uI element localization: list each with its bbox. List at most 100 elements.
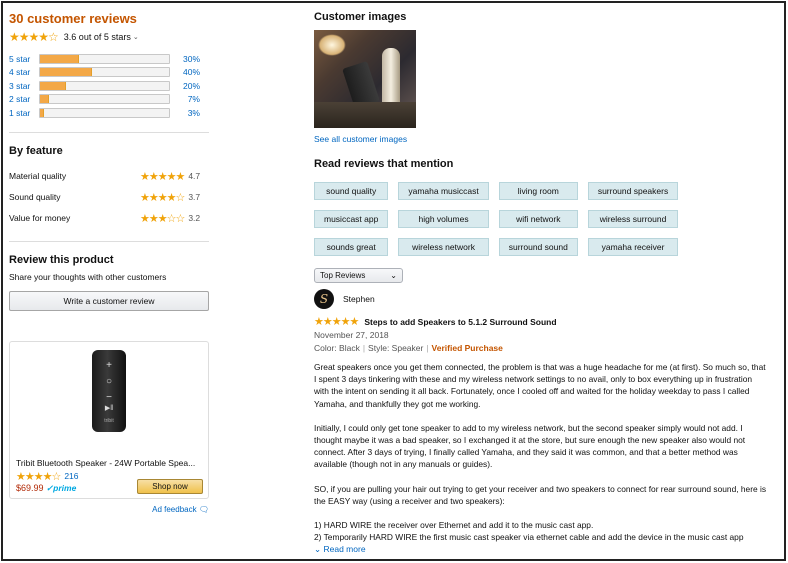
avatar[interactable]: S [314,289,334,309]
feature-name: Sound quality [9,192,61,202]
mention-chip[interactable]: surround speakers [587,182,679,200]
review-color: Color: Black [314,343,360,353]
histogram-bar[interactable] [39,94,170,105]
histogram-row[interactable]: 1 star 3% [9,106,211,120]
feature-value: 3.7 [188,192,201,202]
histogram-star-label[interactable]: 3 star [9,81,39,91]
average-rating-text[interactable]: 3.6 out of 5 stars [64,32,131,42]
minus-icon: − [106,391,112,403]
histogram-percent[interactable]: 20% [176,81,200,91]
shop-now-button[interactable]: Shop now [137,478,203,494]
histogram-star-label[interactable]: 1 star [9,108,39,118]
verified-purchase-badge: Verified Purchase [431,343,503,353]
plus-icon: + [106,359,112,371]
reviewer-profile[interactable]: S Stephen [314,289,776,309]
review-paragraph: 1) HARD WIRE the receiver over Ethernet … [314,520,594,531]
sort-selected-value: Top Reviews [320,271,366,280]
read-more-link[interactable]: ⌄ Read more [314,544,776,555]
review-stars-icon: ★★★★★ [314,316,359,328]
feature-name: Material quality [9,171,67,181]
histogram-star-label[interactable]: 2 star [9,94,39,104]
review-product-subtitle: Share your thoughts with other customers [9,271,167,282]
mention-chip[interactable]: high volumes [398,210,489,228]
feature-row: Material quality ★★★★★ 4.7 [9,166,211,187]
histogram-bar[interactable] [39,80,170,91]
feature-value: 4.7 [188,171,201,181]
product-title-link[interactable]: Tribit Bluetooth Speaker - 24W Portable … [16,458,202,468]
review-title-link[interactable]: Steps to add Speakers to 5.1.2 Surround … [364,317,556,327]
histogram-star-label[interactable]: 4 star [9,67,39,77]
table-shape [314,102,416,128]
histogram-row[interactable]: 4 star 40% [9,66,211,80]
sponsored-product-card[interactable]: + ○ − ▶‖ tribit Tribit Bluetooth Speaker… [9,340,209,499]
review-meta: Color: Black | Style: Speaker | Verified Pur… [314,343,776,353]
left-column: 30 customer reviews ★★★★☆ 3.6 out of 5 s… [9,11,211,514]
mention-chips: sound quality yamaha musiccast living room… [314,182,679,256]
review-header: ★★★★★ Steps to add Speakers to 5.1.2 Sur… [314,315,776,328]
product-rating[interactable]: ★★★★☆ 216 [16,470,79,483]
histogram-row[interactable]: 3 star 20% [9,79,211,93]
mention-chip[interactable]: sounds great [314,238,389,256]
histogram-bar[interactable] [39,107,170,118]
divider [9,131,209,133]
histogram-row[interactable]: 5 star 30% [9,52,211,66]
histogram-bar[interactable] [39,53,170,64]
read-more-label[interactable]: Read more [324,544,366,554]
histogram-bar-fill [40,68,92,77]
mention-chip[interactable]: musiccast app [314,210,389,228]
prime-badge: ✓prime [46,482,77,493]
histogram-bar-fill [40,54,79,63]
mention-chip[interactable]: surround sound [498,238,578,256]
histogram-bar-fill [40,95,50,104]
review-paragraph: Initially, I could only get tone speaker… [314,422,746,470]
feature-stars-icon: ★★★☆☆ [140,212,185,225]
feature-stars-icon: ★★★★★ [140,170,185,183]
histogram-star-label[interactable]: 5 star [9,54,39,64]
mentions-title: Read reviews that mention [314,158,454,170]
feature-name: Value for money [9,213,71,223]
mention-chip[interactable]: yamaha musiccast [398,182,489,200]
price-value: $69.99 [16,482,44,493]
histogram-percent[interactable]: 7% [176,94,200,104]
histogram-percent[interactable]: 40% [176,67,200,77]
average-stars-icon: ★★★★☆ [9,30,59,44]
customer-image-thumbnail[interactable] [314,30,416,128]
histogram-bar-fill [40,108,44,117]
histogram-bar[interactable] [39,67,170,78]
product-review-count[interactable]: 216 [64,471,78,481]
product-image[interactable]: + ○ − ▶‖ tribit [92,349,126,432]
page-frame: 30 customer reviews ★★★★☆ 3.6 out of 5 s… [1,1,786,561]
sort-select[interactable]: Top Reviews ⌄ [314,268,403,283]
mention-chip[interactable]: sound quality [314,182,389,200]
divider [9,240,209,242]
play-pause-icon: ▶‖ [104,404,114,412]
see-all-images-link[interactable]: See all customer images [314,134,776,144]
average-rating[interactable]: ★★★★☆ 3.6 out of 5 stars ⌄ [9,30,211,44]
mention-chip[interactable]: wireless network [398,238,489,256]
mention-chip[interactable]: wireless surround [587,210,679,228]
review-paragraph: SO, if you are pulling your hair out try… [314,483,767,506]
histogram-percent[interactable]: 3% [176,108,200,118]
review-date: November 27, 2018 [314,330,389,340]
by-feature-title: By feature [9,144,63,157]
feature-value: 3.2 [188,213,201,223]
reviewer-name[interactable]: Stephen [343,294,375,304]
write-review-button[interactable]: Write a customer review [9,290,209,311]
ad-feedback-label[interactable]: Ad feedback [152,505,196,514]
histogram-row[interactable]: 2 star 7% [9,93,211,107]
ad-feedback-link[interactable]: Ad feedback 🗨 [9,505,209,514]
review-style: Style: Speaker [368,343,424,353]
reviews-count-title[interactable]: 30 customer reviews [9,11,211,26]
chevron-down-icon[interactable]: ⌄ [133,33,139,41]
right-column: Customer images See all customer images … [314,11,776,555]
mention-chip[interactable]: wifi network [498,210,578,228]
power-icon: ○ [105,375,113,387]
mention-chip[interactable]: living room [498,182,578,200]
review-paragraph: Great speakers once you get them connect… [314,362,766,409]
review-body: Great speakers once you get them connect… [314,361,769,544]
mention-chip[interactable]: yamaha receiver [587,238,679,256]
speech-bubble-icon: 🗨 [198,504,209,514]
chevron-down-icon: ⌄ [390,271,397,280]
histogram-percent[interactable]: 30% [176,54,200,64]
brand-label: tribit [104,417,114,424]
